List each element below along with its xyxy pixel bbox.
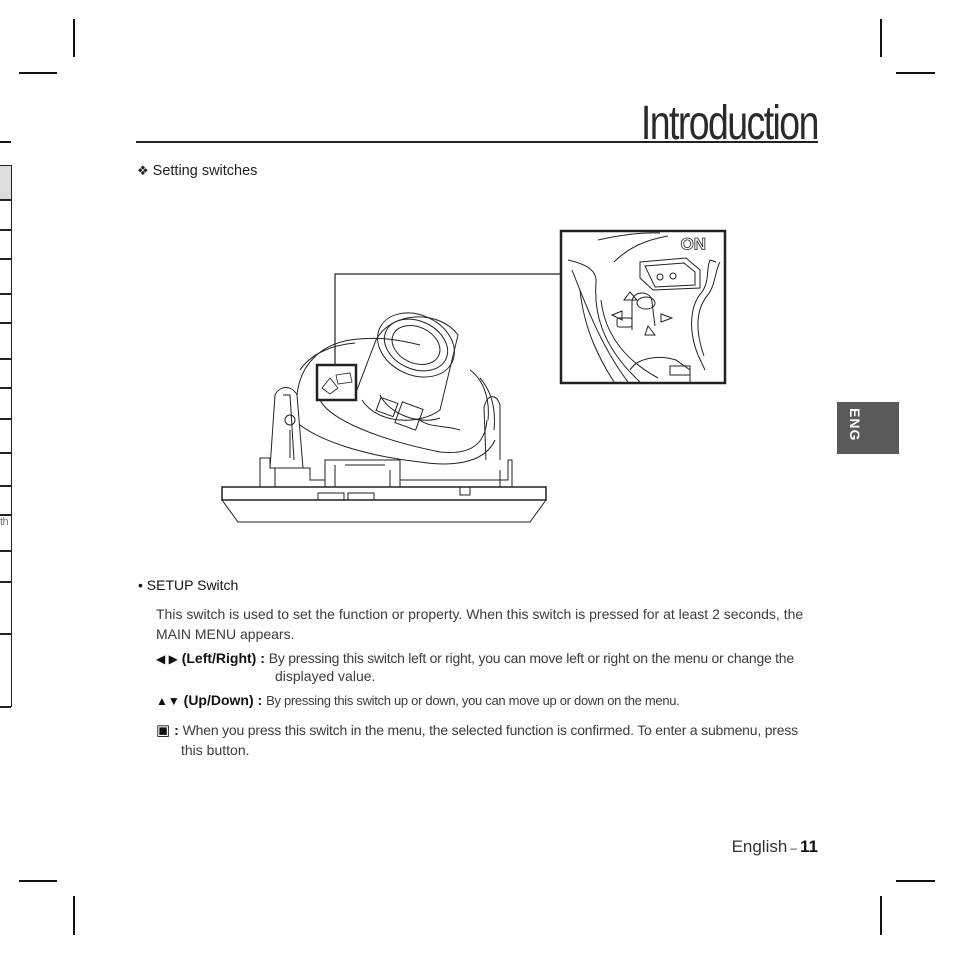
page-footer: English –11 (732, 837, 818, 857)
setup-intro: This switch is used to set the function … (156, 606, 804, 642)
list-item: ◀ ▶ (Left/Right) : By pressing this swit… (156, 648, 826, 669)
up-down-arrows-icon: ▲▼ (156, 694, 180, 708)
item-text: By pressing this switch left or right, y… (268, 650, 794, 666)
footer-separator: – (790, 841, 798, 855)
item-label: (Left/Right) : (181, 650, 265, 666)
enter-button-icon: ▣ (156, 722, 171, 739)
list-item-continuation: this button. (181, 742, 250, 758)
camera-illustration: NO (221, 229, 727, 523)
setup-switch-closeup: NO (567, 232, 721, 383)
item-text: When you press this switch in the menu, … (182, 722, 799, 738)
list-item: ▣ : When you press this switch in the me… (156, 720, 826, 741)
item-label: : (174, 722, 179, 738)
item-label: (Up/Down) : (183, 692, 263, 708)
footer-language: English (731, 837, 788, 856)
item-text: By pressing this switch up or down, you … (266, 693, 680, 708)
list-item-continuation: displayed value. (275, 668, 376, 684)
svg-text:NO: NO (681, 234, 707, 253)
page-number: 11 (800, 837, 818, 856)
setup-switch-heading-text: SETUP Switch (146, 577, 239, 593)
bullet-icon: • (138, 577, 147, 593)
list-item: ▲▼ (Up/Down) : By pressing this switch u… (156, 690, 826, 711)
left-right-arrows-icon: ◀ ▶ (156, 652, 178, 666)
dome-camera (221, 312, 547, 523)
setup-switch-heading: • SETUP Switch (138, 577, 238, 593)
